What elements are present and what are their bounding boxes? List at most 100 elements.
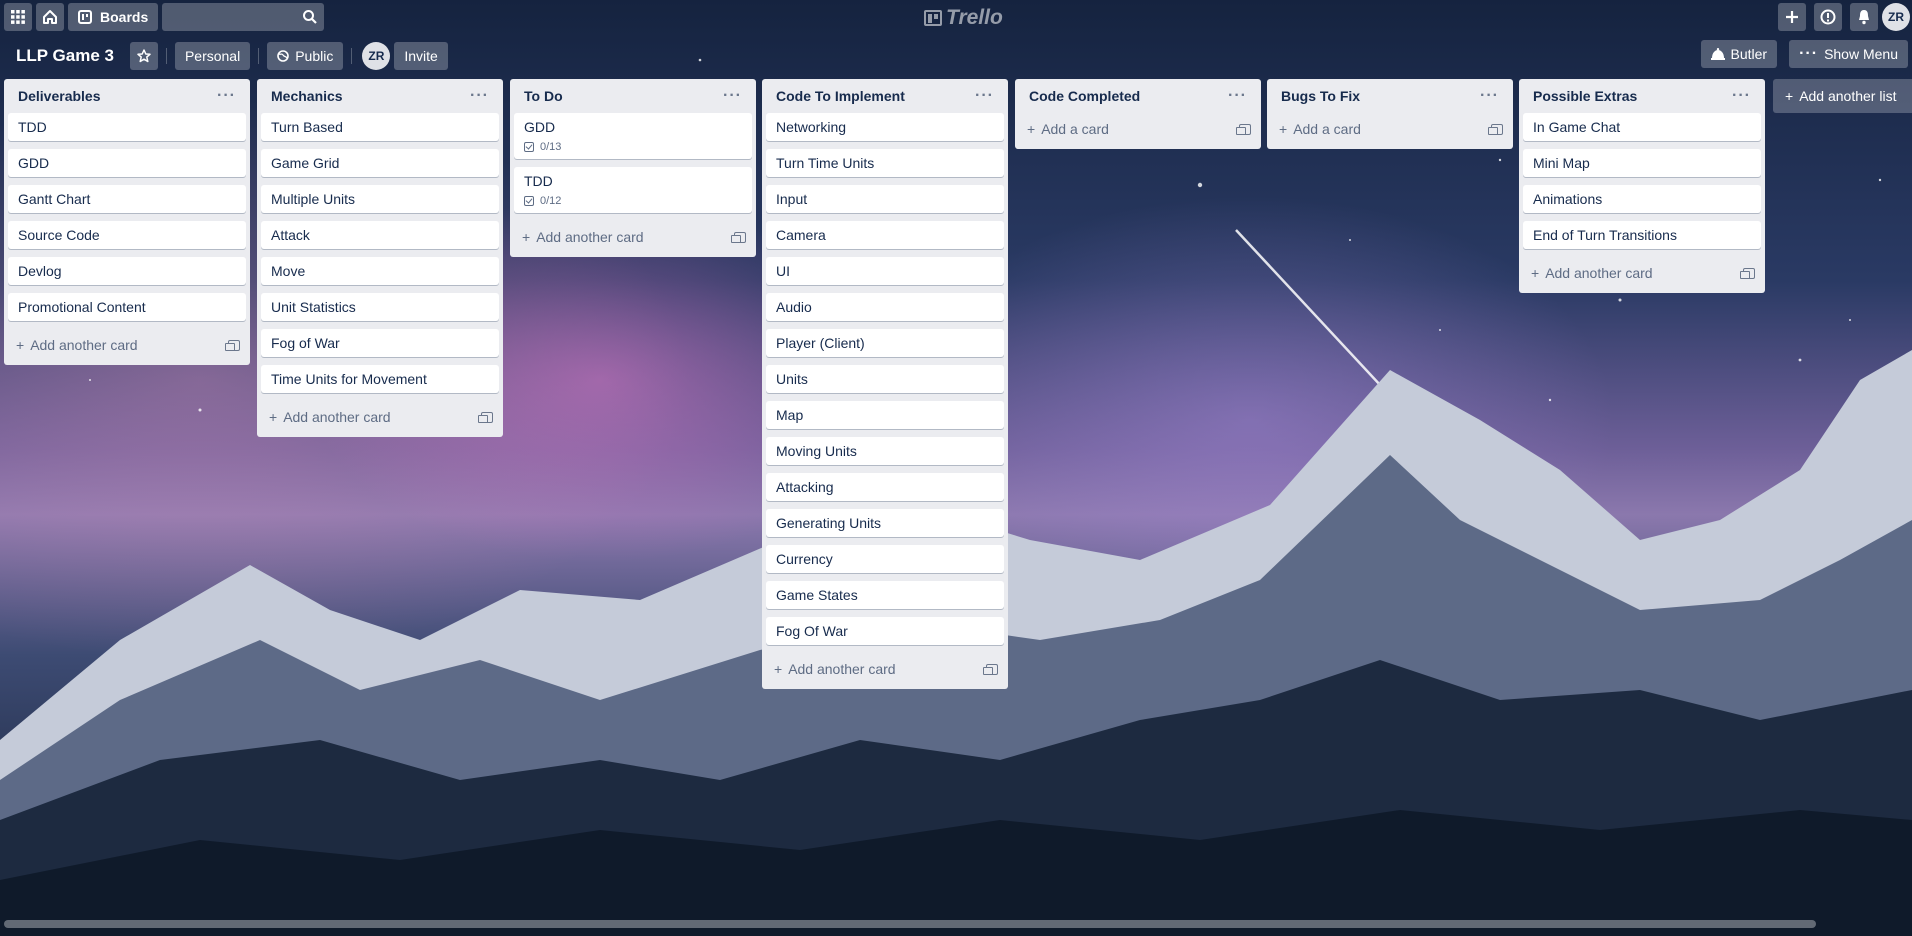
list-title[interactable]: Deliverables <box>18 88 101 104</box>
list-menu-icon[interactable]: ··· <box>1480 88 1499 104</box>
card[interactable]: Fog of War <box>261 329 499 357</box>
card[interactable]: Unit Statistics <box>261 293 499 321</box>
card[interactable]: Generating Units <box>766 509 1004 537</box>
list-title[interactable]: To Do <box>524 88 563 104</box>
board-title[interactable]: LLP Game 3 <box>0 46 122 66</box>
card[interactable]: Attack <box>261 221 499 249</box>
card[interactable]: Moving Units <box>766 437 1004 465</box>
card[interactable]: Time Units for Movement <box>261 365 499 393</box>
list-deliverables[interactable]: Deliverables ··· TDD GDD Gantt Chart Sou… <box>4 79 250 365</box>
card[interactable]: GDD 0/13 <box>514 113 752 159</box>
card[interactable]: Move <box>261 257 499 285</box>
list-to-do[interactable]: To Do ··· GDD 0/13 TDD 0/12 + Add another… <box>510 79 756 257</box>
card[interactable]: Turn Based <box>261 113 499 141</box>
template-icon[interactable] <box>983 663 998 675</box>
list-title[interactable]: Bugs To Fix <box>1281 88 1360 104</box>
list-title[interactable]: Possible Extras <box>1533 88 1637 104</box>
card[interactable]: Networking <box>766 113 1004 141</box>
list-header[interactable]: Bugs To Fix ··· <box>1271 79 1509 113</box>
list-menu-icon[interactable]: ··· <box>975 88 994 104</box>
card[interactable]: TDD 0/12 <box>514 167 752 213</box>
card[interactable]: In Game Chat <box>1523 113 1761 141</box>
add-list-button[interactable]: + Add another list <box>1773 79 1912 113</box>
card[interactable]: Input <box>766 185 1004 213</box>
show-menu-button[interactable]: ··· Show Menu <box>1789 40 1908 68</box>
card[interactable]: TDD <box>8 113 246 141</box>
card[interactable]: Animations <box>1523 185 1761 213</box>
card[interactable]: Camera <box>766 221 1004 249</box>
card[interactable]: Audio <box>766 293 1004 321</box>
list-title[interactable]: Code To Implement <box>776 88 905 104</box>
add-card-button[interactable]: + Add another card <box>774 661 896 677</box>
list-title[interactable]: Mechanics <box>271 88 343 104</box>
board-member-avatar[interactable]: ZR <box>362 42 391 70</box>
list-header[interactable]: Deliverables ··· <box>8 79 246 113</box>
create-button[interactable] <box>1778 3 1806 31</box>
card[interactable]: Gantt Chart <box>8 185 246 213</box>
list-menu-icon[interactable]: ··· <box>723 88 742 104</box>
template-icon[interactable] <box>1740 267 1755 279</box>
list-code-completed[interactable]: Code Completed ··· + Add a card <box>1015 79 1261 149</box>
invite-button[interactable]: Invite <box>394 42 448 70</box>
list-title[interactable]: Code Completed <box>1029 88 1140 104</box>
card[interactable]: Mini Map <box>1523 149 1761 177</box>
search-bar[interactable] <box>162 3 325 31</box>
add-card-button[interactable]: + Add another card <box>269 409 391 425</box>
notifications-button[interactable] <box>1850 3 1878 31</box>
list-menu-icon[interactable]: ··· <box>1228 88 1247 104</box>
apps-button[interactable] <box>4 3 32 31</box>
card[interactable]: Game States <box>766 581 1004 609</box>
plus-icon: + <box>774 661 783 677</box>
template-icon[interactable] <box>478 411 493 423</box>
list-code-to-implement[interactable]: Code To Implement ··· Networking Turn Ti… <box>762 79 1008 689</box>
add-card-button[interactable]: + Add another card <box>1531 265 1653 281</box>
template-icon[interactable] <box>225 339 240 351</box>
add-card-button[interactable]: + Add a card <box>1027 121 1109 137</box>
list-menu-icon[interactable]: ··· <box>217 88 236 104</box>
list-header[interactable]: Possible Extras ··· <box>1523 79 1761 113</box>
search-input[interactable] <box>172 9 303 25</box>
card[interactable]: Turn Time Units <box>766 149 1004 177</box>
template-icon[interactable] <box>1236 123 1251 135</box>
list-possible-extras[interactable]: Possible Extras ··· In Game Chat Mini Ma… <box>1519 79 1765 293</box>
list-bugs-to-fix[interactable]: Bugs To Fix ··· + Add a card <box>1267 79 1513 149</box>
add-card-button[interactable]: + Add a card <box>1279 121 1361 137</box>
list-menu-icon[interactable]: ··· <box>470 88 489 104</box>
template-icon[interactable] <box>731 231 746 243</box>
list-mechanics[interactable]: Mechanics ··· Turn Based Game Grid Multi… <box>257 79 503 437</box>
home-icon <box>43 10 57 24</box>
card[interactable]: Attacking <box>766 473 1004 501</box>
butler-button[interactable]: Butler <box>1700 40 1778 68</box>
header-divider <box>351 48 353 64</box>
list-header[interactable]: Code To Implement ··· <box>766 79 1004 113</box>
visibility-button[interactable]: Public <box>267 42 344 70</box>
home-button[interactable] <box>36 3 64 31</box>
card[interactable]: Player (Client) <box>766 329 1004 357</box>
card[interactable]: Map <box>766 401 1004 429</box>
trello-logo[interactable]: Trello <box>924 6 1003 30</box>
card[interactable]: Devlog <box>8 257 246 285</box>
info-button[interactable] <box>1814 3 1842 31</box>
card[interactable]: Currency <box>766 545 1004 573</box>
team-button[interactable]: Personal <box>174 42 251 70</box>
card[interactable]: GDD <box>8 149 246 177</box>
list-menu-icon[interactable]: ··· <box>1732 88 1751 104</box>
list-header[interactable]: Mechanics ··· <box>261 79 499 113</box>
card[interactable]: Promotional Content <box>8 293 246 321</box>
card[interactable]: Multiple Units <box>261 185 499 213</box>
card[interactable]: UI <box>766 257 1004 285</box>
card[interactable]: Game Grid <box>261 149 499 177</box>
horizontal-scrollbar[interactable] <box>4 920 1816 928</box>
card[interactable]: Fog Of War <box>766 617 1004 645</box>
star-board-button[interactable] <box>129 42 158 70</box>
list-header[interactable]: Code Completed ··· <box>1019 79 1257 113</box>
boards-button[interactable]: Boards <box>68 3 159 31</box>
card[interactable]: Source Code <box>8 221 246 249</box>
template-icon[interactable] <box>1488 123 1503 135</box>
user-avatar[interactable]: ZR <box>1882 3 1910 31</box>
card[interactable]: End of Turn Transitions <box>1523 221 1761 249</box>
add-card-button[interactable]: + Add another card <box>16 337 138 353</box>
add-card-button[interactable]: + Add another card <box>522 229 644 245</box>
card[interactable]: Units <box>766 365 1004 393</box>
list-header[interactable]: To Do ··· <box>514 79 752 113</box>
